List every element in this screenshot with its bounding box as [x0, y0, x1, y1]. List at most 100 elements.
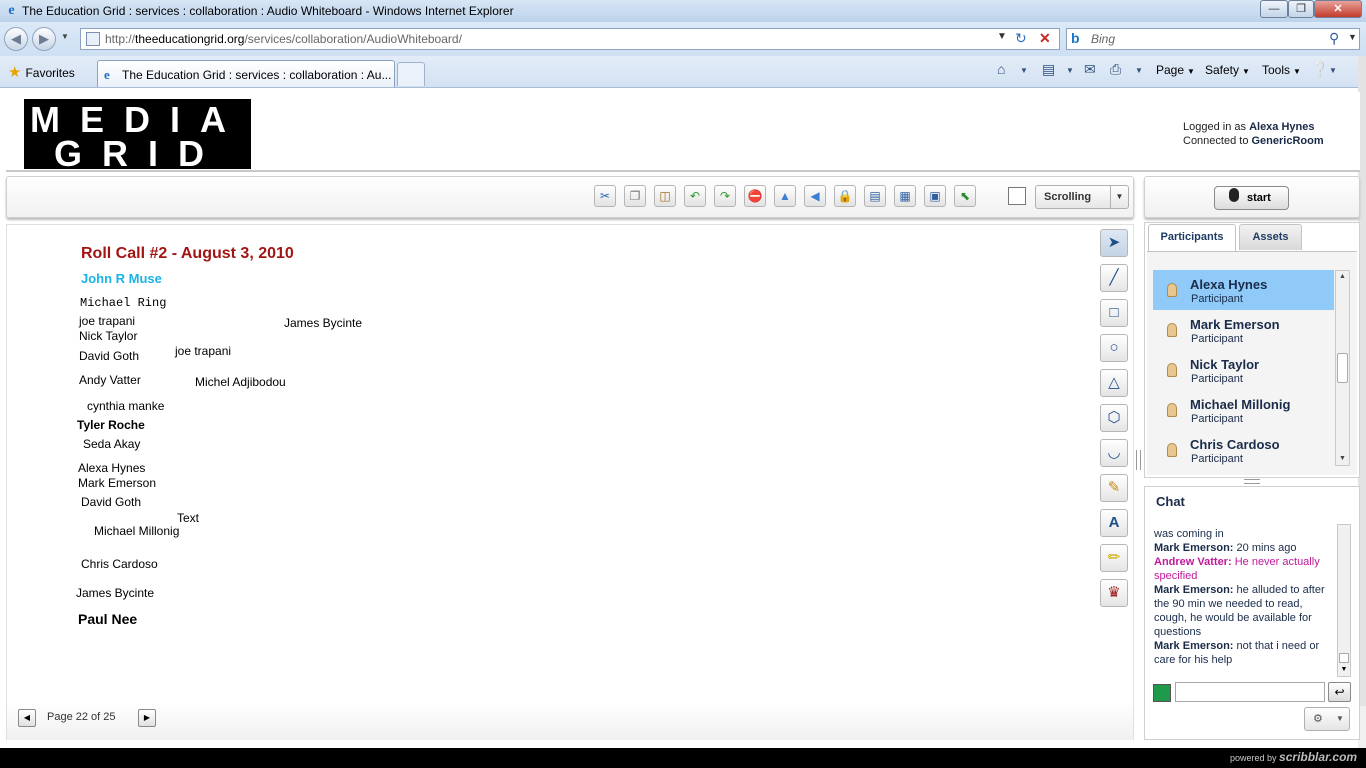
- panel-resize-handle[interactable]: [1244, 479, 1260, 484]
- help-icon[interactable]: ❔: [1311, 61, 1328, 78]
- chat-scrollbar[interactable]: ▼: [1337, 524, 1351, 677]
- highlighter-tool-icon[interactable]: ✏: [1100, 544, 1128, 572]
- scroll-up-icon[interactable]: ▲: [1336, 271, 1349, 283]
- participant-item[interactable]: Nick Taylor Participant: [1153, 350, 1334, 390]
- triangle-tool-icon[interactable]: △: [1100, 369, 1128, 397]
- chat-settings-button[interactable]: ⚙ ▼: [1304, 707, 1350, 731]
- whiteboard-text[interactable]: David Goth: [81, 495, 141, 509]
- panel-splitter[interactable]: [1136, 450, 1141, 470]
- chat-input[interactable]: [1175, 682, 1325, 702]
- powered-by[interactable]: powered by scribblar.com: [1230, 750, 1357, 764]
- whiteboard-title[interactable]: Roll Call #2 - August 3, 2010: [81, 245, 294, 263]
- pencil-tool-icon[interactable]: ✎: [1100, 474, 1128, 502]
- feeds-dropdown-icon[interactable]: ▼: [1066, 66, 1074, 75]
- whiteboard-text[interactable]: joe trapani: [175, 344, 231, 358]
- whiteboard-text[interactable]: Michael Millonig: [94, 524, 179, 538]
- stop-icon[interactable]: ✕: [1039, 30, 1051, 47]
- participants-scrollbar-thumb[interactable]: [1337, 353, 1348, 383]
- copy-icon[interactable]: ❐: [624, 185, 646, 207]
- clear-page-icon[interactable]: ▤: [864, 185, 886, 207]
- search-placeholder[interactable]: Bing: [1091, 32, 1115, 46]
- whiteboard-text[interactable]: Nick Taylor: [79, 329, 137, 343]
- tab-assets[interactable]: Assets: [1239, 224, 1302, 250]
- participant-item[interactable]: Mark Emerson Participant: [1153, 310, 1334, 350]
- print-icon[interactable]: ⎙: [1110, 61, 1121, 78]
- whiteboard-subtitle[interactable]: John R Muse: [81, 271, 162, 286]
- audio-start-button[interactable]: start: [1214, 186, 1289, 210]
- whiteboard-text[interactable]: cynthia manke: [87, 399, 164, 413]
- whiteboard-canvas[interactable]: [6, 224, 1134, 740]
- favorites-button[interactable]: ★ Favorites: [8, 63, 75, 81]
- address-dropdown-icon[interactable]: ▼: [997, 31, 1007, 42]
- browser-tab[interactable]: e The Education Grid : services : collab…: [97, 60, 395, 87]
- previous-page-button[interactable]: ◀: [18, 709, 36, 727]
- home-dropdown-icon[interactable]: ▼: [1020, 66, 1028, 75]
- whiteboard-text[interactable]: James Bycinte: [76, 586, 154, 600]
- whiteboard-text[interactable]: Paul Nee: [78, 611, 137, 627]
- minimize-button[interactable]: —: [1260, 0, 1288, 18]
- participant-item[interactable]: Alexa Hynes Participant: [1153, 270, 1334, 310]
- text-tool-icon[interactable]: A: [1100, 509, 1128, 537]
- undo-icon[interactable]: ↶: [684, 185, 706, 207]
- whiteboard-text[interactable]: James Bycinte: [284, 316, 362, 330]
- search-options-icon[interactable]: ▼: [1348, 32, 1357, 42]
- whiteboard-text[interactable]: Michael Ring: [80, 296, 166, 310]
- close-button[interactable]: ✕: [1314, 0, 1362, 18]
- whiteboard-text[interactable]: Michel Adjibodou: [195, 375, 286, 389]
- new-tab-button[interactable]: [397, 62, 425, 86]
- send-message-icon[interactable]: ↩: [1328, 682, 1351, 702]
- print-dropdown-icon[interactable]: ▼: [1135, 66, 1143, 75]
- whiteboard-text[interactable]: Chris Cardoso: [81, 557, 158, 571]
- address-url[interactable]: http://theeducationgrid.org/services/col…: [105, 32, 462, 46]
- paste-icon[interactable]: ◫: [654, 185, 676, 207]
- whiteboard-text[interactable]: Seda Akay: [83, 437, 140, 451]
- participants-scrollbar[interactable]: ▲ ▼: [1335, 270, 1350, 466]
- line-tool-icon[interactable]: ╱: [1100, 264, 1128, 292]
- tab-participants[interactable]: Participants: [1148, 224, 1236, 251]
- next-page-button[interactable]: ▶: [138, 709, 156, 727]
- address-bar[interactable]: http://theeducationgrid.org/services/col…: [80, 28, 1060, 50]
- redo-icon[interactable]: ↷: [714, 185, 736, 207]
- whiteboard-text[interactable]: David Goth: [79, 349, 139, 363]
- ellipse-tool-icon[interactable]: ○: [1100, 334, 1128, 362]
- arc-tool-icon[interactable]: ◡: [1100, 439, 1128, 467]
- delete-page-icon[interactable]: ▦: [894, 185, 916, 207]
- mail-icon[interactable]: ✉: [1084, 61, 1096, 78]
- scroll-down-icon[interactable]: ▼: [1338, 664, 1350, 676]
- select-tool-icon[interactable]: ➤: [1100, 229, 1128, 257]
- whiteboard-text[interactable]: Andy Vatter: [79, 373, 141, 387]
- refresh-icon[interactable]: ↻: [1015, 30, 1027, 47]
- feeds-icon[interactable]: ▤: [1042, 61, 1055, 78]
- tools-menu[interactable]: Tools ▼: [1262, 63, 1301, 77]
- recent-pages-dropdown-icon[interactable]: ▼: [61, 32, 69, 41]
- flip-icon[interactable]: ▲: [774, 185, 796, 207]
- media-grid-logo[interactable]: MEDIA GRID: [24, 99, 251, 169]
- rectangle-tool-icon[interactable]: □: [1100, 299, 1128, 327]
- whiteboard-text[interactable]: Mark Emerson: [78, 476, 156, 490]
- help-dropdown-icon[interactable]: ▼: [1329, 66, 1337, 75]
- whiteboard-text[interactable]: Tyler Roche: [77, 418, 145, 432]
- snapshot-icon[interactable]: ▣: [924, 185, 946, 207]
- back-button[interactable]: ◀: [4, 27, 28, 51]
- pointer-arrow-icon[interactable]: ⬉: [954, 185, 976, 207]
- maximize-button[interactable]: ❐: [1288, 0, 1314, 18]
- cut-icon[interactable]: ✂: [594, 185, 616, 207]
- stamp-tool-icon[interactable]: ♛: [1100, 579, 1128, 607]
- participant-item[interactable]: Chris Cardoso Participant: [1153, 430, 1334, 470]
- lock-icon[interactable]: 🔒: [834, 185, 856, 207]
- forward-button[interactable]: ▶: [32, 27, 56, 51]
- delete-icon[interactable]: ⛔: [744, 185, 766, 207]
- whiteboard-text[interactable]: joe trapani: [79, 314, 135, 328]
- home-icon[interactable]: ⌂: [997, 61, 1005, 77]
- whiteboard-text[interactable]: Text: [177, 511, 199, 525]
- color-swatch[interactable]: [1008, 187, 1026, 205]
- search-icon[interactable]: ⚲: [1329, 30, 1339, 47]
- chat-color-picker[interactable]: [1153, 684, 1171, 702]
- search-box[interactable]: b Bing ⚲ ▼: [1066, 28, 1360, 50]
- participant-item[interactable]: Michael Millonig Participant: [1153, 390, 1334, 430]
- chat-scrollbar-thumb[interactable]: [1339, 653, 1349, 663]
- scroll-down-icon[interactable]: ▼: [1336, 453, 1349, 465]
- send-back-icon[interactable]: ◀: [804, 185, 826, 207]
- page-menu[interactable]: Page ▼: [1156, 63, 1195, 77]
- safety-menu[interactable]: Safety ▼: [1205, 63, 1250, 77]
